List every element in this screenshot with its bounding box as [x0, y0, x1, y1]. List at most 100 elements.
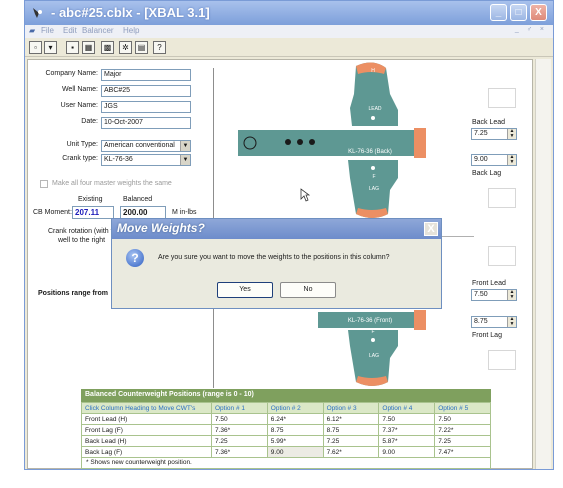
front-f-label: F: [371, 329, 374, 335]
spinner-arrows-icon[interactable]: ▲ ▼: [507, 317, 516, 327]
front-lead-spinner[interactable]: 7.50 ▲ ▼: [471, 289, 517, 301]
table-cell: 7.50: [434, 413, 491, 425]
company-name-label: Company Name:: [45, 70, 98, 77]
table-cell: 8.75: [322, 424, 380, 436]
new-icon[interactable]: ▫: [29, 41, 42, 54]
table-cell: 7.36*: [211, 446, 268, 458]
menu-balancer[interactable]: Balancer: [82, 26, 114, 35]
front-lag-label: LAG: [369, 353, 379, 359]
print-icon[interactable]: ▤: [135, 41, 148, 54]
close-button[interactable]: X: [530, 4, 547, 21]
table-cell: 7.25: [322, 435, 380, 447]
title-bar[interactable]: - abc#25.cblx - [XBAL 3.1] _ □ X: [25, 1, 553, 25]
chevron-down-icon[interactable]: ▼: [180, 141, 190, 151]
well-name-label: Well Name:: [61, 86, 98, 93]
crank-rotation-label: Crank rotation (with th: [48, 228, 117, 235]
back-lead-spinner[interactable]: 7.25 ▲ ▼: [471, 128, 517, 140]
user-name-label: User Name:: [60, 102, 98, 109]
row-label: Front Lead (H): [81, 413, 212, 425]
doc-icon: ▰: [29, 26, 36, 35]
table-cell: 7.25: [434, 435, 491, 447]
spinner-arrows-icon[interactable]: ▲ ▼: [507, 155, 516, 165]
table-header-row: Click Column Heading to Move CWT's Optio…: [81, 402, 491, 414]
front-lag-value: 8.75: [474, 318, 488, 325]
menu-edit[interactable]: Edit: [63, 26, 77, 35]
column-header-instructions: Click Column Heading to Move CWT's: [81, 402, 212, 414]
menu-file[interactable]: File: [41, 26, 54, 35]
image-icon[interactable]: ▩: [101, 41, 114, 54]
help-icon[interactable]: ?: [153, 41, 166, 54]
menu-bar: ▰ File Edit Balancer Help _ ♂ ×: [25, 25, 553, 38]
chart-icon[interactable]: ✲: [119, 41, 132, 54]
chevron-down-icon[interactable]: ▼: [180, 155, 190, 165]
column-option-5[interactable]: Option # 5: [434, 402, 491, 414]
no-button[interactable]: No: [280, 282, 336, 298]
back-crank-diagram: H LEAD F LAG KL-76-36 (Back): [238, 62, 426, 218]
crank-rotation-label-2: well to the right: [58, 237, 106, 244]
column-option-2[interactable]: Option # 2: [266, 402, 324, 414]
table-cell: 7.62*: [322, 446, 380, 458]
empty-value-box: [488, 188, 516, 208]
save-icon[interactable]: ▪: [66, 41, 79, 54]
front-crank-diagram: KL-76-36 (Front) F LAG: [318, 310, 426, 386]
table-cell: 7.25: [211, 435, 268, 447]
positions-range-label: Positions range from: [38, 290, 109, 297]
column-option-4[interactable]: Option # 4: [378, 402, 436, 414]
table-cell: 9.00: [378, 446, 436, 458]
mdi-controls[interactable]: _ ♂ ×: [515, 26, 547, 33]
table-row: Front Lead (H) 7.50 6.24* 6.12* 7.50 7.5…: [81, 413, 491, 425]
table-row: Back Lag (F) 7.36* 9.00 7.62* 9.00 7.47*: [81, 446, 491, 458]
date-field[interactable]: 10-Oct-2007: [101, 117, 191, 129]
date-label: Date:: [81, 118, 98, 125]
user-name-field[interactable]: JGS: [101, 101, 191, 113]
make-same-checkbox[interactable]: [40, 180, 48, 188]
crank-type-value: KL-76-36: [104, 156, 133, 163]
empty-value-box: [488, 350, 516, 370]
well-name-field[interactable]: ABC#25: [101, 85, 191, 97]
spinner-arrows-icon[interactable]: ▲ ▼: [507, 129, 516, 139]
dialog-title-bar[interactable]: Move Weights? X: [112, 219, 441, 239]
front-lag-spinner[interactable]: 8.75 ▲ ▼: [471, 316, 517, 328]
back-lead-value: 7.25: [474, 130, 488, 137]
column-option-1[interactable]: Option # 1: [211, 402, 268, 414]
question-icon: ?: [126, 249, 144, 267]
crank-type-select[interactable]: KL-76-36 ▼: [101, 154, 191, 166]
column-option-3[interactable]: Option # 3: [322, 402, 380, 414]
row-label: Front Lag (F): [81, 424, 212, 436]
existing-label: Existing: [78, 196, 103, 203]
table-cell: 5.99*: [266, 435, 324, 447]
unit-type-select[interactable]: American conventional ▼: [101, 140, 191, 152]
vertical-scrollbar[interactable]: [535, 59, 551, 469]
back-lead-label: Back Lead: [472, 119, 506, 126]
table-cell: 7.36*: [211, 424, 268, 436]
unit-type-label: Unit Type:: [66, 141, 98, 148]
empty-value-box: [488, 246, 516, 266]
back-lag-label: LAG: [369, 186, 379, 192]
spinner-arrows-icon[interactable]: ▲ ▼: [507, 290, 516, 300]
calculator-icon[interactable]: ▦: [82, 41, 95, 54]
back-lag-spinner[interactable]: 9.00 ▲ ▼: [471, 154, 517, 166]
counterweight-table: Balanced Counterweight Positions (range …: [81, 389, 491, 469]
table-row: Back Lead (H) 7.25 5.99* 7.25 5.87* 7.25: [81, 435, 491, 447]
front-crank-label: KL-76-36 (Front): [348, 318, 392, 324]
back-crank-label: KL-76-36 (Back): [348, 149, 392, 155]
table-cell: 7.50: [378, 413, 436, 425]
crank-type-label: Crank type:: [62, 155, 98, 162]
table-title: Balanced Counterweight Positions (range …: [81, 389, 491, 402]
maximize-button[interactable]: □: [510, 4, 527, 21]
dialog-message: Are you sure you want to move the weight…: [158, 254, 390, 261]
unit-type-value: American conventional: [104, 142, 175, 149]
menu-help[interactable]: Help: [123, 26, 139, 35]
app-icon: [33, 8, 42, 18]
move-weights-dialog: Move Weights? X ? Are you sure you want …: [111, 218, 442, 309]
company-name-field[interactable]: Major: [101, 69, 191, 81]
open-icon[interactable]: ▾: [44, 41, 57, 54]
dialog-close-button[interactable]: X: [424, 222, 438, 236]
row-label: Back Lead (H): [81, 435, 212, 447]
minimize-button[interactable]: _: [490, 4, 507, 21]
table-cell: 6.24*: [266, 413, 324, 425]
cb-existing-value: 207.11: [72, 206, 114, 219]
yes-button[interactable]: Yes: [217, 282, 273, 298]
toolbar: ▫ ▾ ▪ ▦ ▩ ✲ ▤ ?: [25, 38, 553, 57]
front-lead-label: Front Lead: [472, 280, 506, 287]
